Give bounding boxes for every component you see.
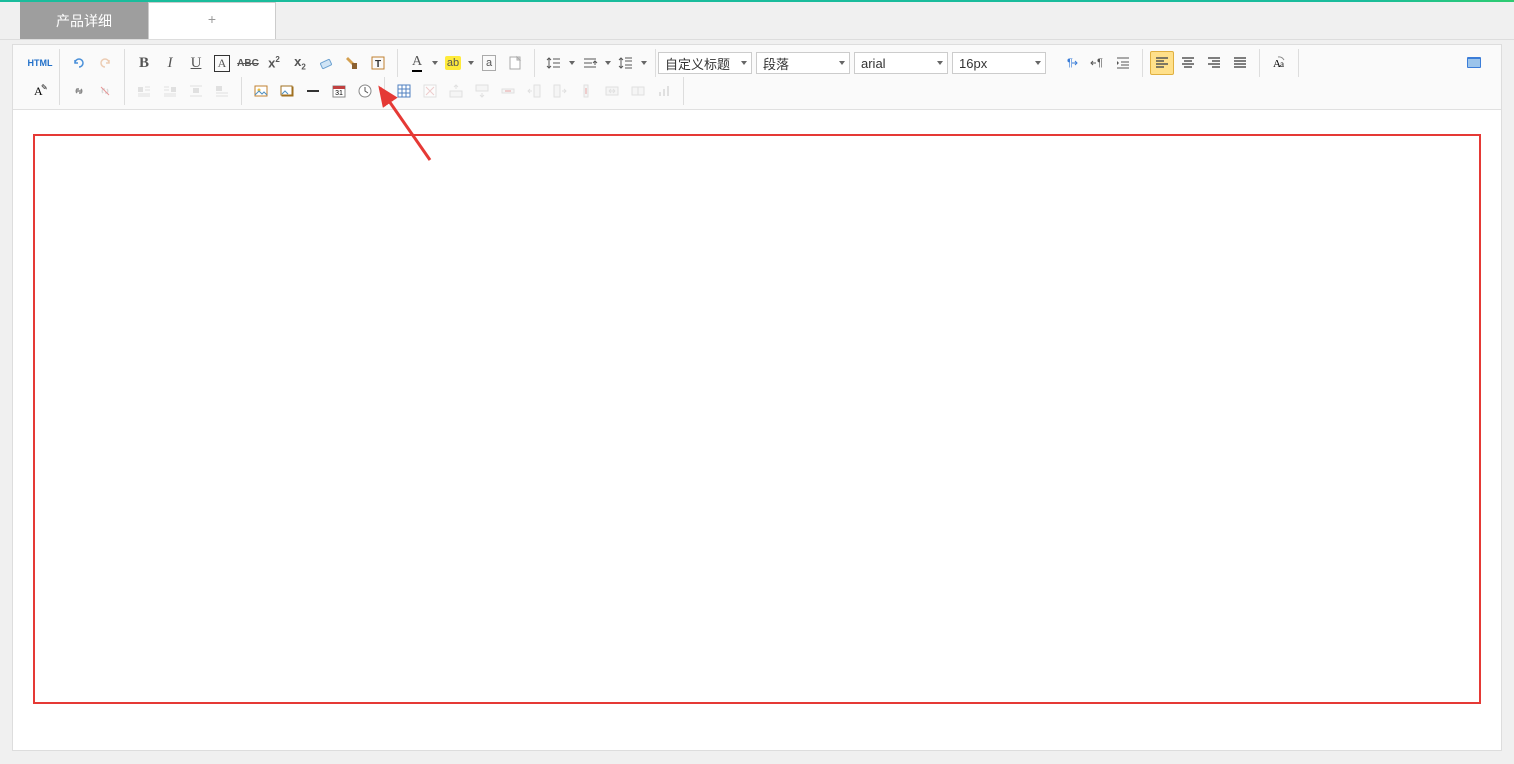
insert-image-icon[interactable]	[249, 79, 273, 103]
date-icon[interactable]: 31	[327, 79, 351, 103]
italic-button[interactable]: I	[158, 51, 182, 75]
redo-icon[interactable]	[93, 51, 117, 75]
align-center-button[interactable]	[1176, 51, 1200, 75]
direction-rtl-button[interactable]: ¶	[1085, 51, 1109, 75]
underline-button[interactable]: U	[184, 51, 208, 75]
image-none-icon[interactable]	[210, 79, 234, 103]
lineheight-dropdown[interactable]	[567, 61, 577, 65]
insert-row-after-icon[interactable]	[470, 79, 494, 103]
align-justify-button[interactable]	[1228, 51, 1252, 75]
align-right-button[interactable]	[1202, 51, 1226, 75]
delete-col-icon[interactable]	[574, 79, 598, 103]
tab-add[interactable]: +	[148, 2, 276, 39]
image-float-right-icon[interactable]	[158, 79, 182, 103]
split-cells-icon[interactable]	[626, 79, 650, 103]
undo-icon[interactable]	[67, 51, 91, 75]
rowspacing-top-button[interactable]	[578, 51, 602, 75]
merge-cells-icon[interactable]	[600, 79, 624, 103]
subscript-button[interactable]: x2	[288, 51, 312, 75]
backcolor-button[interactable]: ab	[441, 51, 465, 75]
rowspacing-bottom-dropdown[interactable]	[639, 61, 649, 65]
case-button[interactable]: a	[477, 51, 501, 75]
custom-style-button[interactable]: A✎	[28, 79, 52, 103]
svg-text:T: T	[375, 59, 381, 70]
forecolor-dropdown[interactable]	[430, 61, 440, 65]
insert-multi-image-icon[interactable]	[275, 79, 299, 103]
editor-body[interactable]	[13, 110, 1501, 750]
source-html-button[interactable]: HTML	[28, 51, 52, 75]
lineheight-button[interactable]	[542, 51, 566, 75]
backcolor-dropdown[interactable]	[466, 61, 476, 65]
autotypeset-button[interactable]: T	[366, 51, 390, 75]
select-custom-title[interactable]: 自定义标题	[658, 52, 752, 74]
superscript-button[interactable]: x2	[262, 51, 286, 75]
translate-button[interactable]: Aa	[1267, 51, 1291, 75]
tabs-bar: 产品详细 +	[0, 2, 1514, 40]
bold-button[interactable]: B	[132, 51, 156, 75]
format-paintbrush-icon[interactable]	[340, 51, 364, 75]
rowspacing-bottom-button[interactable]	[614, 51, 638, 75]
svg-text:a: a	[1280, 59, 1284, 69]
delete-row-icon[interactable]	[496, 79, 520, 103]
select-paragraph[interactable]: 段落	[756, 52, 850, 74]
chart-icon[interactable]	[652, 79, 676, 103]
editor-container: HTML B I U A ABC x2 x2 T	[12, 44, 1502, 751]
time-icon[interactable]	[353, 79, 377, 103]
unlink-icon[interactable]	[93, 79, 117, 103]
insert-row-before-icon[interactable]	[444, 79, 468, 103]
direction-ltr-button[interactable]: ¶	[1059, 51, 1083, 75]
editor-toolbar: HTML B I U A ABC x2 x2 T	[13, 45, 1501, 110]
strikethrough-button[interactable]: ABC	[236, 51, 260, 75]
forecolor-button[interactable]: A	[405, 51, 429, 75]
blank-doc-button[interactable]	[503, 51, 527, 75]
link-icon[interactable]	[67, 79, 91, 103]
svg-text:31: 31	[335, 90, 343, 97]
eraser-icon[interactable]	[314, 51, 338, 75]
insert-col-after-icon[interactable]	[548, 79, 572, 103]
select-font-family[interactable]: arial	[854, 52, 948, 74]
image-center-icon[interactable]	[184, 79, 208, 103]
svg-text:✎: ✎	[41, 83, 48, 92]
indent-button[interactable]	[1111, 51, 1135, 75]
content-selection-frame	[33, 134, 1481, 704]
align-left-button[interactable]	[1150, 51, 1174, 75]
svg-text:¶: ¶	[1097, 57, 1103, 69]
fullscreen-button[interactable]	[1462, 51, 1486, 75]
select-font-size[interactable]: 16px	[952, 52, 1046, 74]
insert-table-icon[interactable]	[392, 79, 416, 103]
image-float-left-icon[interactable]	[132, 79, 156, 103]
insert-col-before-icon[interactable]	[522, 79, 546, 103]
horizontal-rule-icon[interactable]	[301, 79, 325, 103]
tab-product-detail[interactable]: 产品详细	[20, 2, 148, 39]
delete-table-icon[interactable]	[418, 79, 442, 103]
font-border-button[interactable]: A	[210, 51, 234, 75]
rowspacing-top-dropdown[interactable]	[603, 61, 613, 65]
